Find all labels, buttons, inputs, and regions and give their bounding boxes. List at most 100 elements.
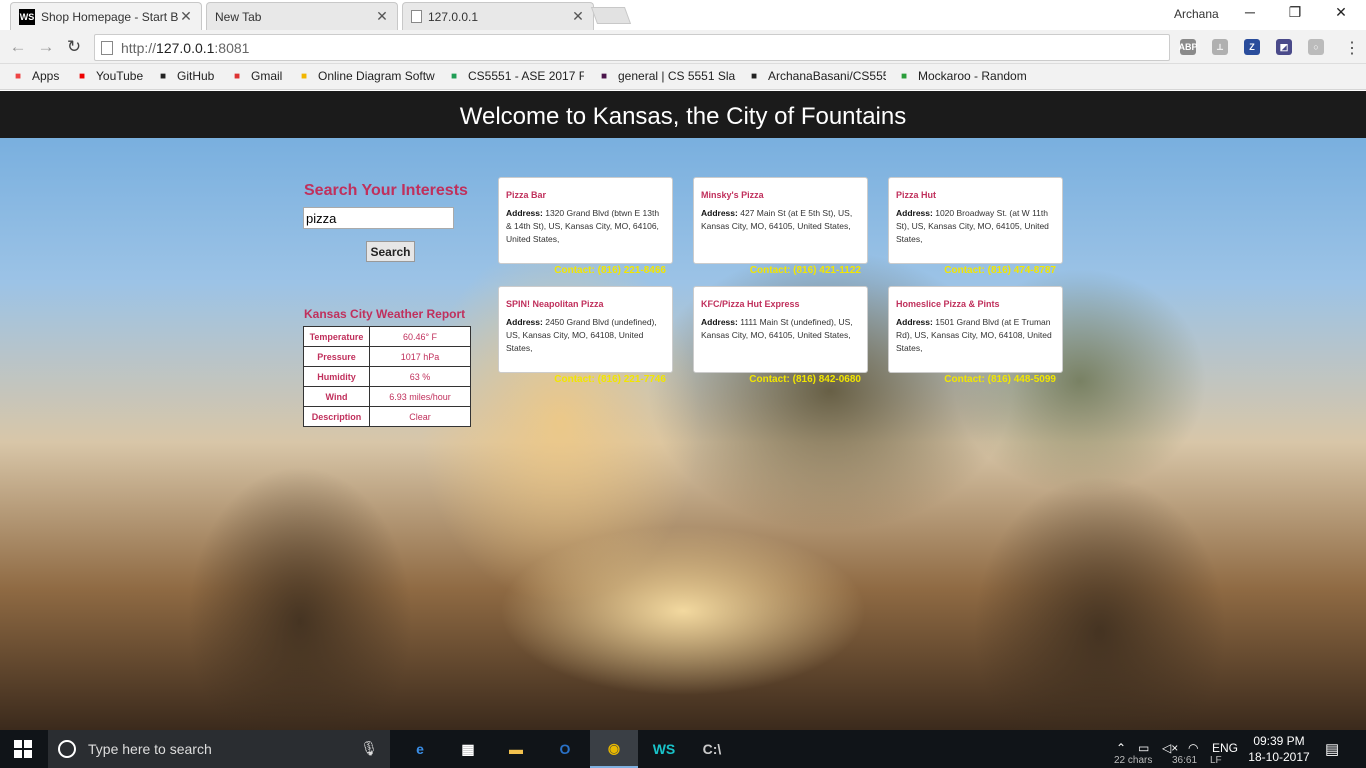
place-name: Homeslice Pizza & Pints [896,299,1000,309]
place-card[interactable]: Pizza Hut Address: 1020 Broadway St. (at … [888,177,1063,264]
weather-row: Pressure 1017 hPa [303,346,471,367]
place-address: Address: 1320 Grand Blvd (btwn E 13th & … [506,207,665,246]
place-contact[interactable]: Contact: (816) 221-7746 [491,374,666,385]
place-card[interactable]: Pizza Bar Address: 1320 Grand Blvd (btwn … [498,177,673,264]
taskbar-search[interactable]: Type here to search 🎙 [48,730,390,768]
close-icon[interactable]: ✕ [375,8,389,25]
action-center-icon[interactable]: ▤ [1325,740,1339,758]
language-indicator[interactable]: ENG [1212,741,1238,755]
bookmark-label: Gmail [251,69,283,83]
chrome-icon[interactable]: ◉ [590,730,638,768]
new-tab-button[interactable] [590,7,632,24]
address-label: Address: [896,208,933,218]
webstorm-icon[interactable]: WS [640,730,688,768]
apps-icon: ■ [14,70,22,82]
forward-icon[interactable]: → [36,37,56,57]
weather-row: Temperature 60.46° F [303,326,471,347]
bookmark-item[interactable]: ■ YouTube [74,68,154,84]
bookmark-label: Apps [32,69,60,83]
close-window-icon[interactable]: ✕ [1331,4,1351,21]
battery-icon[interactable]: ▭ [1138,741,1149,755]
bookmark-item[interactable]: ■ Online Diagram Softw [296,68,436,84]
close-icon[interactable]: ✕ [571,8,585,25]
weather-value: 60.46° F [369,326,471,347]
sheets-icon: ■ [450,70,458,82]
address-label: Address: [506,317,543,327]
bookmark-item[interactable]: ■ CS5551 - ASE 2017 Fa [446,68,584,84]
place-contact[interactable]: Contact: (816) 221-8466 [491,265,666,276]
place-name: KFC/Pizza Hut Express [701,299,800,309]
place-contact[interactable]: Contact: (816) 474-8787 [881,265,1056,276]
taskbar-clock[interactable]: 09:39 PM 18-10-2017 [1244,733,1314,765]
volume-icon[interactable]: ◁× [1162,741,1178,755]
weather-value: 6.93 miles/hour [369,386,471,407]
status-line-ending: LF [1210,755,1222,766]
tab-localhost[interactable]: 127.0.0.1 ✕ [402,2,594,30]
place-card[interactable]: KFC/Pizza Hut Express Address: 1111 Main … [693,286,868,373]
file-explorer-icon[interactable]: ▬ [492,730,540,768]
place-address: Address: 1501 Grand Blvd (at E Truman Rd… [896,316,1055,355]
tab-new-tab[interactable]: New Tab ✕ [206,2,398,30]
place-card[interactable]: SPIN! Neapolitan Pizza Address: 2450 Gran… [498,286,673,373]
search-button[interactable]: Search [366,241,415,262]
sun-icon: ■ [300,70,308,82]
bookmark-label: GitHub [177,69,215,83]
weather-value: 63 % [369,366,471,387]
clock-date: 18-10-2017 [1248,750,1310,764]
address-label: Address: [506,208,543,218]
page-content: Welcome to Kansas, the City of Fountains… [0,91,1366,730]
tab-title: New Tab [215,9,262,24]
place-contact[interactable]: Contact: (816) 421-1122 [686,265,861,276]
close-icon[interactable]: ✕ [179,8,193,25]
search-title: Search Your Interests [304,182,468,199]
page-info-icon[interactable] [101,40,113,55]
gmail-icon: ■ [233,70,241,82]
place-card[interactable]: Minsky's Pizza Address: 427 Main St (at E… [693,177,868,264]
url-text: http://127.0.0.1:8081 [121,40,249,56]
weather-key: Wind [303,386,370,407]
bookmark-label: Online Diagram Softw [318,69,435,83]
search-input[interactable] [303,207,454,229]
place-address: Address: 427 Main St (at E 5th St), US, … [701,207,860,233]
tab-shop-homepage[interactable]: WS Shop Homepage - Start B ✕ [10,2,202,30]
extension-icon[interactable]: ◩ [1276,39,1292,55]
address-bar[interactable]: http://127.0.0.1:8081 [94,34,1170,61]
page-title: Welcome to Kansas, the City of Fountains [0,91,1366,138]
wifi-icon[interactable]: ◠ [1188,741,1198,755]
place-name: SPIN! Neapolitan Pizza [506,299,604,309]
clock-time: 09:39 PM [1253,734,1305,748]
bookmark-item[interactable]: ■ GitHub [155,68,221,84]
place-contact[interactable]: Contact: (816) 842-0680 [686,374,861,385]
bookmark-item[interactable]: ■ Mockaroo - Random [896,68,1031,84]
bookmark-item[interactable]: ■ Apps [10,68,70,84]
profile-name[interactable]: Archana [1174,7,1219,21]
circle-extension-icon[interactable]: ○ [1308,39,1324,55]
place-contact[interactable]: Contact: (816) 448-5099 [881,374,1056,385]
tab-title: 127.0.0.1 [428,9,479,24]
url-host: 127.0.0.1 [156,39,215,56]
minimize-icon[interactable]: ─ [1240,4,1260,20]
bookmark-item[interactable]: ■ general | CS 5551 Sla [596,68,736,84]
store-icon[interactable]: ▦ [444,730,492,768]
tray-chevron-icon[interactable]: ⌃ [1116,741,1126,755]
menu-icon[interactable]: ⋮ [1344,38,1360,58]
edge-icon[interactable]: e [396,730,444,768]
restore-icon[interactable]: ❐ [1285,4,1305,21]
reload-icon[interactable]: ↻ [64,37,84,57]
url-prefix: http:// [121,39,157,56]
tab-title: Shop Homepage - Start B [41,9,179,24]
bookmark-item[interactable]: ■ ArchanaBasani/CS555 [746,68,886,84]
terminal-icon[interactable]: C:\ [688,730,736,768]
zotero-icon[interactable]: Z [1244,39,1260,55]
adblock-plus-icon[interactable]: ABP [1179,39,1198,55]
github-icon: ■ [159,70,167,82]
pdf-icon[interactable]: ⟂ [1212,39,1228,55]
bookmark-label: general | CS 5551 Sla [618,69,736,83]
bookmark-item[interactable]: ■ Gmail [229,68,289,84]
place-card[interactable]: Homeslice Pizza & Pints Address: 1501 Gra… [888,286,1063,373]
back-icon[interactable]: ← [8,37,28,57]
microphone-icon[interactable]: 🎙 [360,740,378,757]
windows-start-icon[interactable] [14,740,32,758]
bookmark-label: YouTube [96,69,144,83]
outlook-icon[interactable]: O [541,730,589,768]
